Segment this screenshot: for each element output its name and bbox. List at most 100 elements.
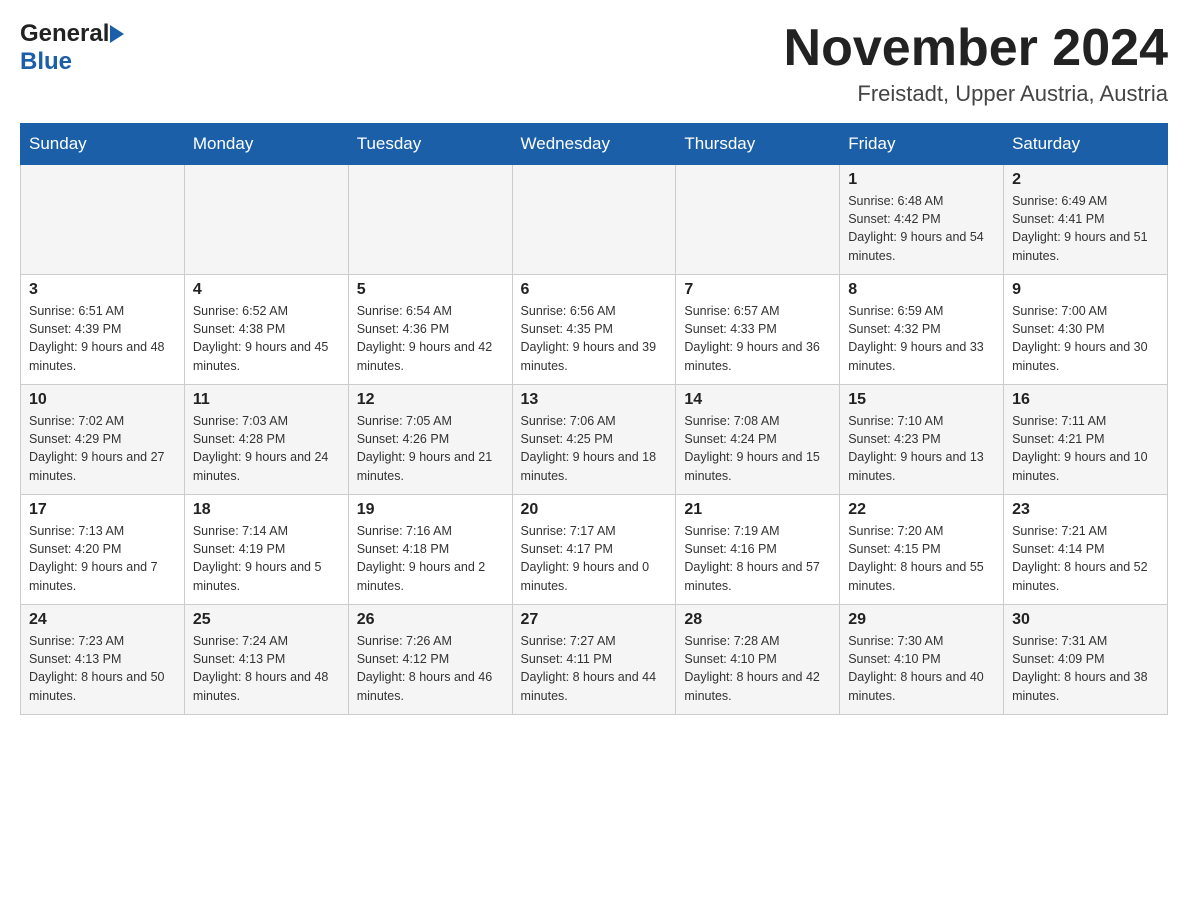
day-info-text: Sunrise: 7:19 AMSunset: 4:16 PMDaylight:… — [684, 522, 831, 595]
day-cell-w1-d5 — [676, 165, 840, 275]
header-tuesday: Tuesday — [348, 124, 512, 165]
calendar-table: Sunday Monday Tuesday Wednesday Thursday… — [20, 123, 1168, 715]
day-number: 1 — [848, 171, 995, 189]
day-cell-w2-d6: 8 Sunrise: 6:59 AMSunset: 4:32 PMDaylight… — [840, 275, 1004, 385]
day-number: 20 — [521, 501, 668, 519]
day-number: 28 — [684, 611, 831, 629]
day-info-text: Sunrise: 7:02 AMSunset: 4:29 PMDaylight:… — [29, 412, 176, 485]
day-info-text: Sunrise: 7:28 AMSunset: 4:10 PMDaylight:… — [684, 632, 831, 705]
day-number: 11 — [193, 391, 340, 409]
day-number: 23 — [1012, 501, 1159, 519]
day-number: 22 — [848, 501, 995, 519]
header-wednesday: Wednesday — [512, 124, 676, 165]
day-cell-w3-d1: 10 Sunrise: 7:02 AMSunset: 4:29 PMDayligh… — [21, 385, 185, 495]
header-friday: Friday — [840, 124, 1004, 165]
location-title: Freistadt, Upper Austria, Austria — [784, 81, 1168, 107]
day-cell-w2-d4: 6 Sunrise: 6:56 AMSunset: 4:35 PMDaylight… — [512, 275, 676, 385]
header-saturday: Saturday — [1004, 124, 1168, 165]
day-number: 15 — [848, 391, 995, 409]
day-info-text: Sunrise: 6:49 AMSunset: 4:41 PMDaylight:… — [1012, 192, 1159, 265]
day-info-text: Sunrise: 7:00 AMSunset: 4:30 PMDaylight:… — [1012, 302, 1159, 375]
day-info-text: Sunrise: 7:26 AMSunset: 4:12 PMDaylight:… — [357, 632, 504, 705]
day-number: 24 — [29, 611, 176, 629]
logo: General Blue — [20, 20, 124, 76]
day-number: 18 — [193, 501, 340, 519]
day-number: 13 — [521, 391, 668, 409]
day-cell-w5-d5: 28 Sunrise: 7:28 AMSunset: 4:10 PMDayligh… — [676, 605, 840, 715]
week-row-3: 10 Sunrise: 7:02 AMSunset: 4:29 PMDayligh… — [21, 385, 1168, 495]
day-cell-w4-d5: 21 Sunrise: 7:19 AMSunset: 4:16 PMDayligh… — [676, 495, 840, 605]
day-info-text: Sunrise: 6:52 AMSunset: 4:38 PMDaylight:… — [193, 302, 340, 375]
day-cell-w2-d2: 4Sunrise: 6:52 AMSunset: 4:38 PMDaylight… — [184, 275, 348, 385]
day-info-text: Sunrise: 7:10 AMSunset: 4:23 PMDaylight:… — [848, 412, 995, 485]
day-cell-w3-d2: 11 Sunrise: 7:03 AMSunset: 4:28 PMDayligh… — [184, 385, 348, 495]
day-info-text: Sunrise: 7:24 AMSunset: 4:13 PMDaylight:… — [193, 632, 340, 705]
day-cell-w2-d3: 5 Sunrise: 6:54 AMSunset: 4:36 PMDaylight… — [348, 275, 512, 385]
day-number: 7 — [684, 281, 831, 299]
day-number: 27 — [521, 611, 668, 629]
day-cell-w2-d7: 9 Sunrise: 7:00 AMSunset: 4:30 PMDaylight… — [1004, 275, 1168, 385]
day-cell-w2-d5: 7 Sunrise: 6:57 AMSunset: 4:33 PMDaylight… — [676, 275, 840, 385]
day-number: 19 — [357, 501, 504, 519]
day-number: 8 — [848, 281, 995, 299]
day-info-text: Sunrise: 7:20 AMSunset: 4:15 PMDaylight:… — [848, 522, 995, 595]
day-cell-w1-d6: 1Sunrise: 6:48 AMSunset: 4:42 PMDaylight… — [840, 165, 1004, 275]
page-header: General Blue November 2024 Freistadt, Up… — [20, 20, 1168, 107]
day-cell-w1-d7: 2 Sunrise: 6:49 AMSunset: 4:41 PMDaylight… — [1004, 165, 1168, 275]
week-row-5: 24 Sunrise: 7:23 AMSunset: 4:13 PMDayligh… — [21, 605, 1168, 715]
calendar-header-row: Sunday Monday Tuesday Wednesday Thursday… — [21, 124, 1168, 165]
day-info-text: Sunrise: 7:27 AMSunset: 4:11 PMDaylight:… — [521, 632, 668, 705]
day-cell-w3-d7: 16Sunrise: 7:11 AMSunset: 4:21 PMDayligh… — [1004, 385, 1168, 495]
day-number: 2 — [1012, 171, 1159, 189]
day-cell-w1-d3 — [348, 165, 512, 275]
week-row-1: 1Sunrise: 6:48 AMSunset: 4:42 PMDaylight… — [21, 165, 1168, 275]
day-cell-w4-d2: 18 Sunrise: 7:14 AMSunset: 4:19 PMDayligh… — [184, 495, 348, 605]
day-info-text: Sunrise: 7:30 AMSunset: 4:10 PMDaylight:… — [848, 632, 995, 705]
day-number: 17 — [29, 501, 176, 519]
day-cell-w3-d3: 12 Sunrise: 7:05 AMSunset: 4:26 PMDayligh… — [348, 385, 512, 495]
day-number: 26 — [357, 611, 504, 629]
day-number: 14 — [684, 391, 831, 409]
week-row-4: 17 Sunrise: 7:13 AMSunset: 4:20 PMDayligh… — [21, 495, 1168, 605]
day-info-text: Sunrise: 6:56 AMSunset: 4:35 PMDaylight:… — [521, 302, 668, 375]
day-info-text: Sunrise: 7:17 AMSunset: 4:17 PMDaylight:… — [521, 522, 668, 595]
week-row-2: 3Sunrise: 6:51 AMSunset: 4:39 PMDaylight… — [21, 275, 1168, 385]
day-cell-w5-d7: 30Sunrise: 7:31 AMSunset: 4:09 PMDayligh… — [1004, 605, 1168, 715]
day-number: 6 — [521, 281, 668, 299]
header-monday: Monday — [184, 124, 348, 165]
day-number: 9 — [1012, 281, 1159, 299]
day-number: 10 — [29, 391, 176, 409]
day-cell-w2-d1: 3Sunrise: 6:51 AMSunset: 4:39 PMDaylight… — [21, 275, 185, 385]
day-number: 5 — [357, 281, 504, 299]
day-number: 16 — [1012, 391, 1159, 409]
day-cell-w3-d5: 14 Sunrise: 7:08 AMSunset: 4:24 PMDayligh… — [676, 385, 840, 495]
day-info-text: Sunrise: 7:05 AMSunset: 4:26 PMDaylight:… — [357, 412, 504, 485]
day-info-text: Sunrise: 7:16 AMSunset: 4:18 PMDaylight:… — [357, 522, 504, 595]
day-cell-w5-d4: 27 Sunrise: 7:27 AMSunset: 4:11 PMDayligh… — [512, 605, 676, 715]
day-cell-w4-d7: 23Sunrise: 7:21 AMSunset: 4:14 PMDayligh… — [1004, 495, 1168, 605]
day-info-text: Sunrise: 7:14 AMSunset: 4:19 PMDaylight:… — [193, 522, 340, 595]
day-cell-w1-d4 — [512, 165, 676, 275]
day-info-text: Sunrise: 7:08 AMSunset: 4:24 PMDaylight:… — [684, 412, 831, 485]
logo-blue-text: Blue — [20, 48, 124, 76]
header-thursday: Thursday — [676, 124, 840, 165]
day-info-text: Sunrise: 6:51 AMSunset: 4:39 PMDaylight:… — [29, 302, 176, 375]
day-cell-w4-d3: 19 Sunrise: 7:16 AMSunset: 4:18 PMDayligh… — [348, 495, 512, 605]
day-cell-w5-d6: 29Sunrise: 7:30 AMSunset: 4:10 PMDayligh… — [840, 605, 1004, 715]
logo-arrow-icon — [110, 25, 124, 43]
day-number: 21 — [684, 501, 831, 519]
day-info-text: Sunrise: 6:54 AMSunset: 4:36 PMDaylight:… — [357, 302, 504, 375]
day-info-text: Sunrise: 7:03 AMSunset: 4:28 PMDaylight:… — [193, 412, 340, 485]
day-cell-w3-d4: 13 Sunrise: 7:06 AMSunset: 4:25 PMDayligh… — [512, 385, 676, 495]
day-cell-w4-d1: 17 Sunrise: 7:13 AMSunset: 4:20 PMDayligh… — [21, 495, 185, 605]
day-info-text: Sunrise: 6:59 AMSunset: 4:32 PMDaylight:… — [848, 302, 995, 375]
title-block: November 2024 Freistadt, Upper Austria, … — [784, 20, 1168, 107]
day-info-text: Sunrise: 7:06 AMSunset: 4:25 PMDaylight:… — [521, 412, 668, 485]
day-cell-w1-d1 — [21, 165, 185, 275]
day-info-text: Sunrise: 7:13 AMSunset: 4:20 PMDaylight:… — [29, 522, 176, 595]
day-number: 12 — [357, 391, 504, 409]
day-cell-w5-d2: 25Sunrise: 7:24 AMSunset: 4:13 PMDayligh… — [184, 605, 348, 715]
day-cell-w3-d6: 15 Sunrise: 7:10 AMSunset: 4:23 PMDayligh… — [840, 385, 1004, 495]
day-info-text: Sunrise: 6:57 AMSunset: 4:33 PMDaylight:… — [684, 302, 831, 375]
day-info-text: Sunrise: 7:23 AMSunset: 4:13 PMDaylight:… — [29, 632, 176, 705]
